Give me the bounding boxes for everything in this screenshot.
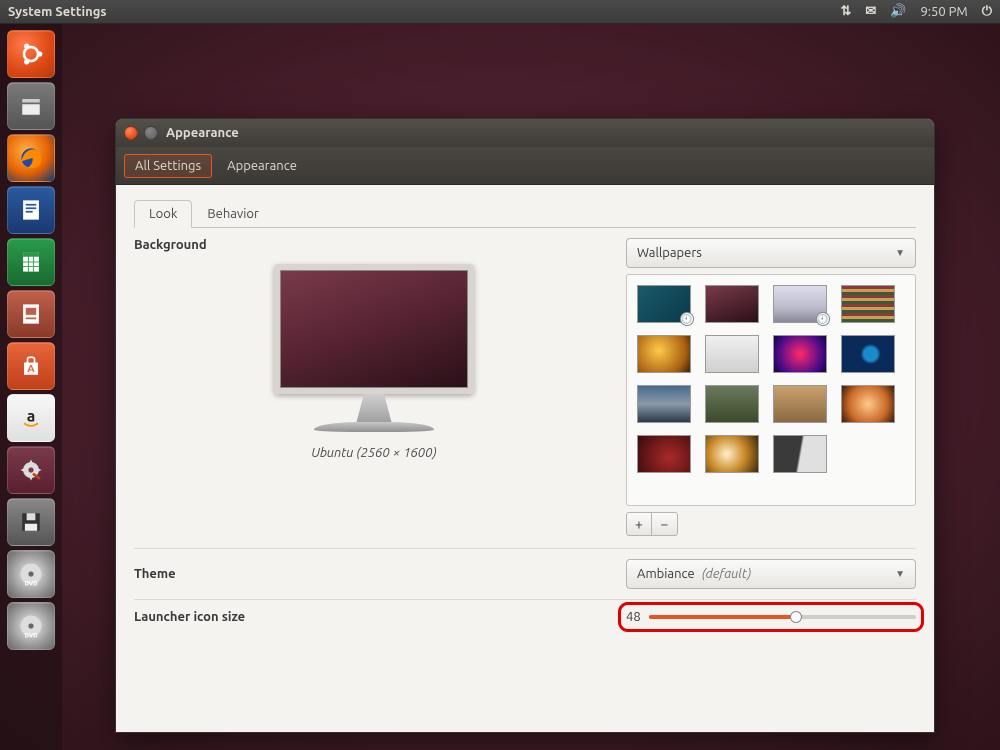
- breadcrumb-all-settings[interactable]: All Settings: [124, 154, 212, 178]
- divider: [134, 548, 916, 549]
- wallpaper-thumb[interactable]: 🕘: [637, 285, 691, 323]
- wallpaper-grid: 🕘 🕘: [626, 274, 916, 506]
- wallpaper-thumb[interactable]: [705, 285, 759, 323]
- messages-icon[interactable]: ✉: [865, 4, 876, 19]
- slider-thumb[interactable]: [790, 611, 802, 623]
- wallpaper-thumb[interactable]: 🕘: [773, 285, 827, 323]
- menubar-indicators: ⇅ ✉ 🔊 9:50 PM ⏻: [840, 4, 992, 19]
- wallpaper-thumb[interactable]: [841, 285, 895, 323]
- launcher-item-firefox[interactable]: [7, 134, 55, 182]
- session-icon[interactable]: ⏻: [982, 4, 992, 19]
- wallpaper-thumb[interactable]: [841, 385, 895, 423]
- wallpaper-thumb[interactable]: [637, 435, 691, 473]
- launcher-item-dvd-2[interactable]: DVD: [7, 602, 55, 650]
- wallpaper-preview: [274, 264, 474, 432]
- settings-breadcrumb-bar: All Settings Appearance: [116, 147, 934, 185]
- window-content: Look Behavior Background Ubuntu (2560 × …: [116, 185, 934, 732]
- appearance-tabs: Look Behavior: [134, 199, 916, 228]
- wallpaper-source-dropdown[interactable]: Wallpapers ▼: [626, 238, 916, 268]
- window-close-button[interactable]: [124, 126, 138, 140]
- tab-look[interactable]: Look: [134, 200, 192, 228]
- launcher-item-system-settings[interactable]: [7, 446, 55, 494]
- svg-text:DVD: DVD: [24, 580, 38, 587]
- theme-value: Ambiance: [637, 567, 695, 581]
- wallpaper-thumb[interactable]: [773, 435, 827, 473]
- launcher-item-ubuntu-dash[interactable]: [7, 30, 55, 78]
- svg-text:a: a: [27, 407, 36, 425]
- sound-icon[interactable]: 🔊: [890, 4, 906, 19]
- network-icon[interactable]: ⇅: [840, 4, 851, 19]
- wallpaper-thumb[interactable]: [705, 335, 759, 373]
- wallpaper-thumb[interactable]: [637, 385, 691, 423]
- svg-text:A: A: [27, 362, 35, 374]
- wallpaper-thumb[interactable]: [637, 335, 691, 373]
- chevron-down-icon: ▼: [895, 247, 905, 259]
- selected-check-icon: 🕘: [816, 312, 830, 326]
- launcher-icon-size-value: 48: [626, 610, 641, 624]
- window-minimize-button[interactable]: [144, 126, 158, 140]
- appearance-window: Appearance All Settings Appearance Look …: [115, 118, 935, 733]
- launcher-item-files[interactable]: [7, 82, 55, 130]
- window-titlebar[interactable]: Appearance: [116, 119, 934, 147]
- tab-behavior[interactable]: Behavior: [192, 200, 274, 228]
- add-wallpaper-button[interactable]: +: [626, 512, 652, 536]
- clock[interactable]: 9:50 PM: [920, 5, 967, 19]
- svg-text:DVD: DVD: [24, 632, 38, 639]
- remove-wallpaper-button[interactable]: −: [652, 512, 678, 536]
- wallpaper-caption: Ubuntu (2560 × 1600): [311, 446, 436, 460]
- selected-check-icon: 🕘: [680, 312, 694, 326]
- wallpaper-thumb[interactable]: [705, 385, 759, 423]
- chevron-down-icon: ▼: [895, 568, 905, 580]
- wallpaper-source-value: Wallpapers: [637, 246, 702, 260]
- launcher-item-libreoffice-impress[interactable]: [7, 290, 55, 338]
- background-label: Background: [134, 238, 207, 252]
- wallpaper-thumb[interactable]: [841, 335, 895, 373]
- launcher-item-floppy-disk[interactable]: [7, 498, 55, 546]
- launcher-item-amazon[interactable]: a: [7, 394, 55, 442]
- launcher-icon-size-label: Launcher icon size: [134, 610, 334, 624]
- breadcrumb-current[interactable]: Appearance: [216, 154, 308, 178]
- theme-label: Theme: [134, 567, 334, 581]
- divider: [134, 599, 916, 600]
- launcher-item-ubuntu-software[interactable]: A: [7, 342, 55, 390]
- theme-dropdown[interactable]: Ambiance (default) ▼: [626, 559, 916, 589]
- menubar-app-title: System Settings: [8, 5, 107, 19]
- wallpaper-thumb[interactable]: [773, 335, 827, 373]
- unity-launcher: Aa DVD DVD: [0, 24, 62, 750]
- window-title: Appearance: [166, 126, 239, 140]
- launcher-item-libreoffice-writer[interactable]: [7, 186, 55, 234]
- launcher-icon-size-slider[interactable]: [649, 615, 916, 619]
- theme-default-suffix: (default): [702, 567, 752, 581]
- wallpaper-thumb[interactable]: [705, 435, 759, 473]
- launcher-item-dvd-1[interactable]: DVD: [7, 550, 55, 598]
- top-menubar: System Settings ⇅ ✉ 🔊 9:50 PM ⏻: [0, 0, 1000, 24]
- wallpaper-thumb[interactable]: [773, 385, 827, 423]
- monitor-screen-icon: [274, 264, 474, 394]
- launcher-item-libreoffice-calc[interactable]: [7, 238, 55, 286]
